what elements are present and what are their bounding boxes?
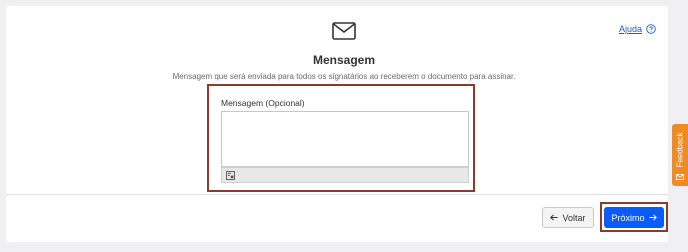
feedback-label: Feedback [675,132,685,168]
arrow-left-icon [550,214,558,221]
message-field-group: Mensagem (Opcional) [207,84,475,192]
page: Ajuda Mensagem Mensagem que será enviada… [0,0,688,252]
envelope-icon [332,22,356,40]
feedback-tab[interactable]: Feedback [672,124,688,186]
question-circle-icon [646,24,656,34]
message-textarea[interactable] [221,111,469,167]
help-link[interactable]: Ajuda [619,24,656,34]
back-button-label: Voltar [562,212,586,223]
help-label: Ajuda [618,24,642,34]
feedback-icon [676,174,684,180]
message-field-label: Mensagem (Opcional) [221,98,305,108]
next-button[interactable]: Próximo [604,207,664,228]
page-subtitle: Mensagem que será enviada para todos os … [172,72,516,81]
page-title: Mensagem [312,53,376,67]
format-icon [225,170,235,180]
next-button-label: Próximo [611,212,645,223]
toolbar-format-button[interactable] [224,169,236,181]
arrow-right-icon [649,214,657,221]
editor-toolbar [221,167,469,183]
footer-divider [6,194,668,195]
back-button[interactable]: Voltar [542,207,594,228]
